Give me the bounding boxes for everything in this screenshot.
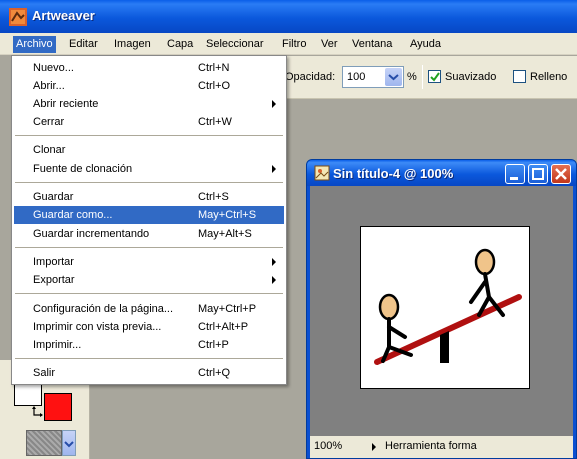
app-title: Artweaver [32,8,95,23]
submenu-arrow-icon [272,165,276,173]
menu-bar: Archivo Editar Imagen Capa Seleccionar F… [0,33,577,55]
maximize-icon [532,168,544,180]
fill-label: Relleno [530,71,568,83]
menu-item-clonar[interactable]: Clonar [14,141,284,159]
menu-ayuda[interactable]: Ayuda [407,36,444,53]
file-menu-dropdown: Nuevo... Ctrl+N Abrir... Ctrl+O Abrir re… [11,55,287,385]
zoom-readout: 100% [314,440,343,452]
app-title-bar: Artweaver [0,0,577,33]
document-title: Sin título-4 @ 100% [333,166,454,181]
pattern-swatch[interactable] [26,430,62,456]
smoothing-checkbox[interactable] [428,70,441,83]
menu-item-guardar-como[interactable]: Guardar como... May+Ctrl+S [14,206,284,224]
menu-item-configuracion-pagina[interactable]: Configuración de la página... May+Ctrl+P [14,300,284,318]
menu-separator [15,358,283,359]
menu-item-imprimir-vista-previa[interactable]: Imprimir con vista previa... Ctrl+Alt+P [14,318,284,336]
document-title-bar[interactable]: Sin título-4 @ 100% [307,160,576,186]
drawing-canvas[interactable] [360,226,530,389]
menu-item-fuente-de-clonacion[interactable]: Fuente de clonación [14,160,284,178]
opacity-label: Opacidad: [285,71,336,83]
document-icon [314,165,330,181]
submenu-arrow-icon [272,100,276,108]
menu-ver[interactable]: Ver [318,36,341,53]
status-menu-arrow-icon[interactable] [372,443,376,451]
minimize-icon [510,177,518,180]
tool-options-bar: Opacidad: 100 % Suavizado Relleno [280,56,577,99]
fill-checkbox[interactable] [513,70,526,83]
submenu-arrow-icon [272,258,276,266]
submenu-arrow-icon [272,276,276,284]
menu-ventana[interactable]: Ventana [349,36,395,53]
menu-separator [15,293,283,294]
document-status-bar: 100% Herramienta forma [310,436,573,458]
document-canvas-area[interactable] [310,186,573,436]
seesaw-fulcrum [440,331,449,363]
menu-item-imprimir[interactable]: Imprimir... Ctrl+P [14,336,284,354]
chevron-down-icon [64,441,74,448]
menu-item-abrir[interactable]: Abrir... Ctrl+O [14,77,284,95]
menu-imagen[interactable]: Imagen [111,36,154,53]
document-window: Sin título-4 @ 100% 100% Herramienta for… [306,159,577,459]
menu-separator [15,135,283,136]
menu-item-guardar[interactable]: Guardar Ctrl+S [14,188,284,206]
check-icon [430,72,440,82]
smoothing-label: Suavizado [445,71,497,83]
left-child-head [378,293,400,321]
toolbar-divider [422,65,423,89]
close-button[interactable] [551,164,571,184]
menu-item-exportar[interactable]: Exportar [14,271,284,289]
menu-separator [15,247,283,248]
menu-item-cerrar[interactable]: Cerrar Ctrl+W [14,113,284,131]
right-child-head [474,248,496,276]
menu-separator [15,182,283,183]
background-color-swatch[interactable] [44,393,72,421]
seesaw-drawing [374,248,522,365]
menu-item-abrir-reciente[interactable]: Abrir reciente [14,95,284,113]
close-icon [555,168,567,180]
swap-colors-icon[interactable] [32,406,46,418]
opacity-combo[interactable]: 100 [342,66,404,88]
maximize-button[interactable] [528,164,548,184]
menu-editar[interactable]: Editar [66,36,101,53]
opacity-value: 100 [347,71,366,83]
menu-seleccionar[interactable]: Seleccionar [203,36,266,53]
menu-filtro[interactable]: Filtro [279,36,309,53]
menu-item-importar[interactable]: Importar [14,253,284,271]
minimize-button[interactable] [505,164,525,184]
chevron-down-icon[interactable] [385,68,402,86]
artweaver-app-icon [9,8,27,26]
menu-capa[interactable]: Capa [164,36,196,53]
menu-item-guardar-incrementando[interactable]: Guardar incrementando May+Alt+S [14,225,284,243]
current-tool-label: Herramienta forma [385,440,477,452]
menu-item-nuevo[interactable]: Nuevo... Ctrl+N [14,59,284,77]
pattern-dropdown-button[interactable] [62,430,76,456]
percent-label: % [407,71,417,83]
menu-item-salir[interactable]: Salir Ctrl+Q [14,364,284,382]
menu-archivo[interactable]: Archivo [13,36,56,53]
